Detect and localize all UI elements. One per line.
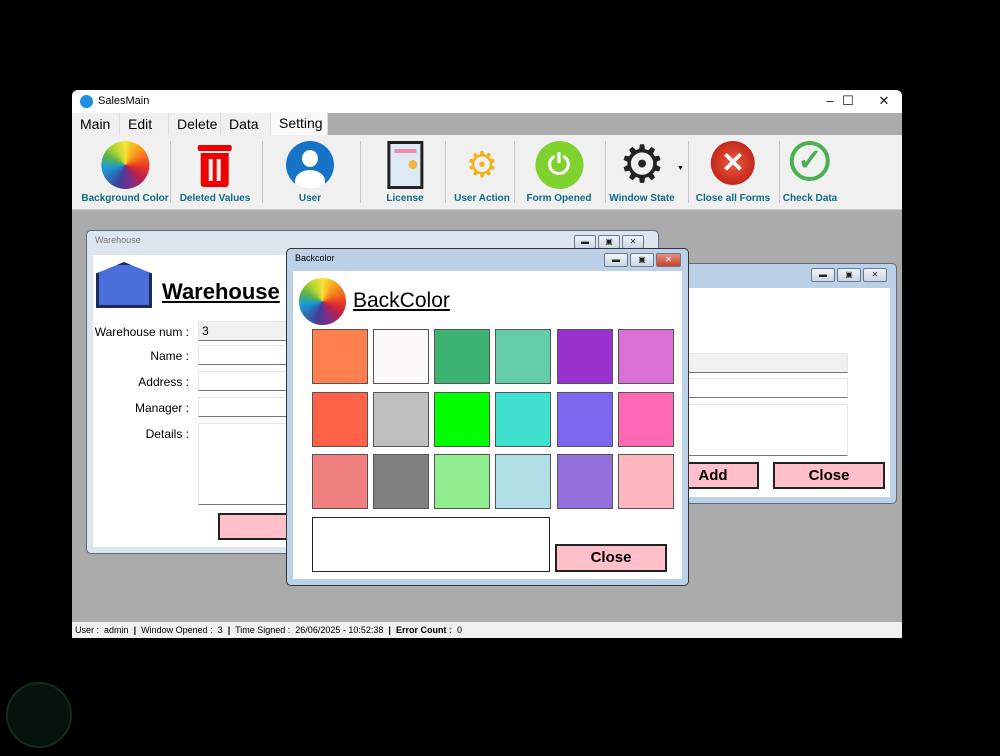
- app-icon: [80, 95, 93, 108]
- tab-delete[interactable]: Delete: [169, 113, 221, 135]
- maximize-button[interactable]: ▣: [630, 253, 654, 267]
- status-errors: 0: [456, 625, 462, 635]
- close-button[interactable]: ✕: [622, 235, 644, 249]
- tab-data[interactable]: Data: [221, 113, 271, 135]
- minimize-button[interactable]: ▬: [574, 235, 596, 249]
- color-swatch[interactable]: [373, 392, 429, 447]
- color-swatch[interactable]: [557, 329, 613, 384]
- maximize-button[interactable]: ▣: [598, 235, 620, 249]
- dialog-title: Backcolor: [295, 253, 335, 263]
- power-icon: ⏻: [534, 141, 583, 189]
- tab-edit[interactable]: Edit: [120, 113, 169, 135]
- status-windows: 3: [217, 625, 223, 635]
- user-action-button[interactable]: ⚙ User Action: [454, 141, 510, 204]
- status-time: 26/06/2025 - 10:52:38: [295, 625, 384, 635]
- minimize-button[interactable]: ▬: [604, 253, 628, 267]
- color-swatch[interactable]: [618, 454, 674, 509]
- color-swatch[interactable]: [373, 454, 429, 509]
- window-state-button[interactable]: ⚙ Window State: [609, 136, 674, 204]
- color-swatch[interactable]: [495, 329, 551, 384]
- close-button[interactable]: ✕: [863, 268, 887, 282]
- trash-icon: [191, 141, 239, 189]
- color-swatch[interactable]: [618, 392, 674, 447]
- color-swatch[interactable]: [312, 329, 368, 384]
- color-swatch[interactable]: [557, 454, 613, 509]
- form-opened-button[interactable]: ⏻ Form Opened: [526, 141, 592, 204]
- background-color-button[interactable]: Background Color: [81, 141, 169, 204]
- color-wheel-icon: [100, 141, 149, 189]
- user-button[interactable]: User: [286, 141, 334, 204]
- menu-tabs: Main Edit Delete Data Setting: [72, 112, 902, 135]
- close-button[interactable]: ✕: [866, 90, 902, 113]
- user-icon: [286, 141, 334, 189]
- close-circle-icon: ✕: [711, 141, 755, 185]
- form-title: Warehouse: [95, 235, 141, 245]
- page-title: Warehouse: [162, 279, 280, 304]
- field-2[interactable]: [667, 378, 848, 398]
- tab-setting[interactable]: Setting: [271, 112, 328, 135]
- watermark-logo: [6, 682, 72, 748]
- title-bar: SalesMain – ☐ ✕: [72, 90, 902, 113]
- color-swatch[interactable]: [373, 329, 429, 384]
- maximize-button[interactable]: ▣: [837, 268, 861, 282]
- color-swatch[interactable]: [495, 454, 551, 509]
- status-bar: User : admin | Window Opened : 3 | Time …: [72, 622, 902, 638]
- deleted-values-button[interactable]: Deleted Values: [180, 141, 250, 204]
- color-swatch[interactable]: [434, 329, 490, 384]
- tab-main[interactable]: Main: [72, 113, 120, 135]
- check-icon: ✓: [790, 141, 830, 181]
- backcolor-dialog: Backcolor ▬ ▣ ✕ BackColor Close: [286, 248, 689, 586]
- close-dialog-button[interactable]: Close: [555, 544, 667, 572]
- license-button[interactable]: License: [386, 141, 424, 204]
- color-swatch[interactable]: [434, 392, 490, 447]
- color-swatch[interactable]: [434, 454, 490, 509]
- status-user: admin: [104, 625, 129, 635]
- third-form: ▬ ▣ ✕ Add Close: [660, 263, 897, 504]
- color-swatch[interactable]: [495, 392, 551, 447]
- check-data-button[interactable]: ✓ Check Data: [783, 141, 837, 204]
- color-swatch[interactable]: [312, 454, 368, 509]
- minimize-button[interactable]: ▬: [811, 268, 835, 282]
- close-all-forms-button[interactable]: ✕ Close all Forms: [696, 141, 770, 204]
- window-title: SalesMain: [98, 95, 150, 107]
- license-icon: [387, 141, 423, 189]
- color-wheel-icon: [299, 278, 346, 325]
- field-3[interactable]: [667, 404, 848, 456]
- field-1[interactable]: [667, 353, 848, 373]
- color-swatch[interactable]: [312, 392, 368, 447]
- warehouse-icon: [96, 262, 152, 308]
- maximize-button[interactable]: ☐: [830, 90, 866, 113]
- gear-icon: ⚙: [618, 136, 666, 194]
- toolbar: Background Color Deleted Values User Lic…: [72, 135, 902, 210]
- close-form-button[interactable]: Close: [773, 462, 885, 489]
- window-state-dropdown-icon[interactable]: ▼: [677, 165, 684, 172]
- color-preview: [312, 517, 550, 572]
- color-swatch[interactable]: [618, 329, 674, 384]
- user-action-icon: ⚙: [465, 144, 499, 185]
- close-button[interactable]: ✕: [656, 253, 681, 267]
- color-swatch[interactable]: [557, 392, 613, 447]
- dialog-heading: BackColor: [353, 289, 450, 312]
